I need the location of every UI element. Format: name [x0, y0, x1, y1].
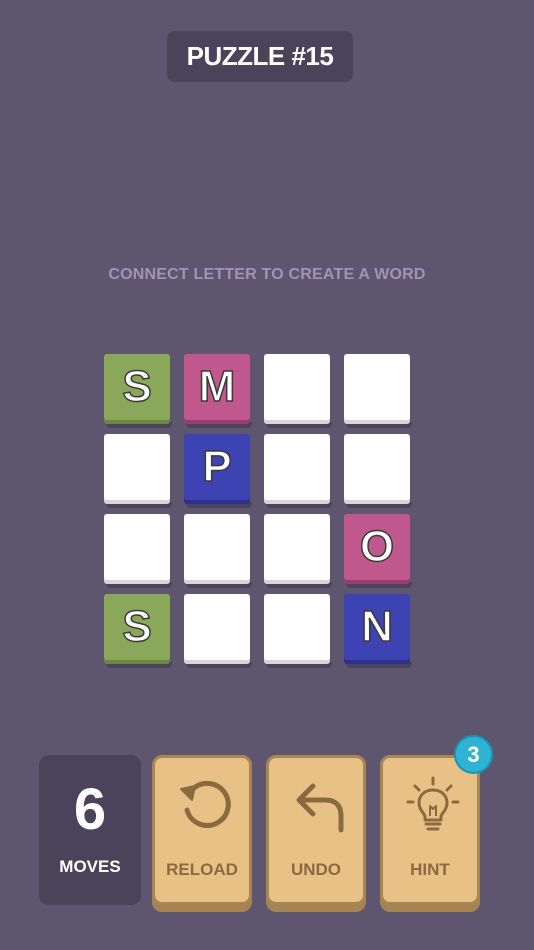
tile-letter: [264, 354, 330, 420]
tile-letter: O: [344, 514, 410, 580]
tile-letter: S: [104, 594, 170, 660]
reload-icon: [180, 781, 231, 828]
letter-grid: SMPOSN: [104, 354, 412, 668]
empty-tile[interactable]: [264, 434, 332, 508]
tile-letter: [104, 514, 170, 580]
lightbulb-icon: [406, 776, 460, 831]
tile-letter: [264, 514, 330, 580]
empty-tile[interactable]: [264, 594, 332, 668]
letter-tile-s[interactable]: S: [104, 594, 172, 668]
tile-letter: N: [344, 594, 410, 660]
letter-tile-n[interactable]: N: [344, 594, 412, 668]
hint-label: HINT: [410, 860, 450, 879]
reload-button[interactable]: RELOAD: [152, 755, 252, 905]
tile-letter: [264, 594, 330, 660]
empty-tile[interactable]: [104, 434, 172, 508]
puzzle-title: PUZZLE #15: [167, 31, 353, 82]
letter-tile-m[interactable]: M: [184, 354, 252, 428]
reload-label: RELOAD: [166, 860, 238, 879]
tile-letter: M: [184, 354, 250, 420]
hint-count-badge: 3: [454, 735, 493, 774]
empty-tile[interactable]: [104, 514, 172, 588]
tile-letter: P: [184, 434, 250, 500]
letter-tile-p[interactable]: P: [184, 434, 252, 508]
empty-tile[interactable]: [344, 354, 412, 428]
tile-letter: [264, 434, 330, 500]
tile-letter: S: [104, 354, 170, 420]
moves-counter: 6 MOVES: [39, 755, 141, 905]
moves-count: 6: [73, 777, 107, 842]
empty-tile[interactable]: [344, 434, 412, 508]
undo-label: UNDO: [290, 860, 342, 879]
game-screen: PUZZLE #15 CONNECT LETTER TO CREATE A WO…: [0, 0, 534, 950]
tile-letter: [184, 594, 250, 660]
letter-tile-s[interactable]: S: [104, 354, 172, 428]
hint-button[interactable]: HINT: [380, 755, 480, 905]
undo-icon: [296, 783, 344, 833]
empty-tile[interactable]: [264, 514, 332, 588]
empty-tile[interactable]: [184, 594, 252, 668]
tile-letter: [344, 434, 410, 500]
instruction-text: CONNECT LETTER TO CREATE A WORD: [108, 266, 426, 283]
moves-label: MOVES: [59, 857, 121, 876]
empty-tile[interactable]: [264, 354, 332, 428]
empty-tile[interactable]: [184, 514, 252, 588]
undo-button[interactable]: UNDO: [266, 755, 366, 905]
letter-tile-o[interactable]: O: [344, 514, 412, 588]
tile-letter: [344, 354, 410, 420]
tile-letter: [184, 514, 250, 580]
tile-letter: [104, 434, 170, 500]
